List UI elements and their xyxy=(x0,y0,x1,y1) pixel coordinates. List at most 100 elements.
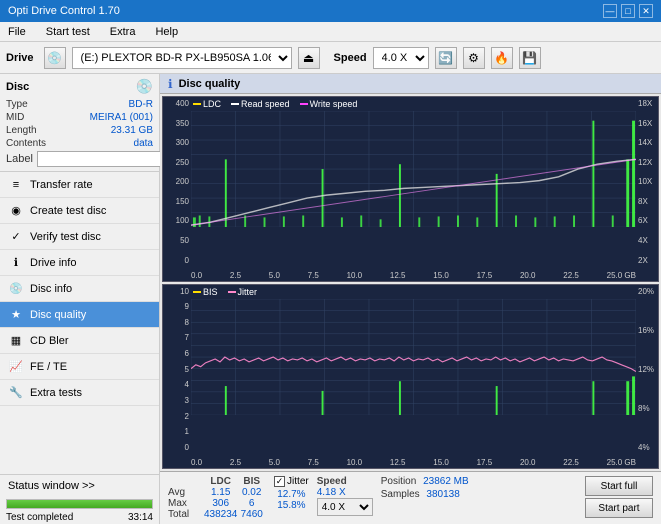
legend-bis-dot xyxy=(193,291,201,293)
chart1-legend: LDC Read speed Write speed xyxy=(193,99,357,109)
speed-value: 4.18 X xyxy=(317,487,373,498)
length-value: 23.31 GB xyxy=(111,125,153,136)
status-time: 33:14 xyxy=(128,512,153,523)
disc-quality-header: ℹ Disc quality xyxy=(160,74,661,94)
max-bis: 6 xyxy=(237,498,266,509)
chart1-y-axis-right: 18X16X14X12X10X8X6X4X2X xyxy=(636,97,658,267)
sidebar-item-label-drive-info: Drive info xyxy=(30,257,76,269)
status-window-button[interactable]: Status window >> xyxy=(0,475,159,497)
chart2-x-axis: 0.02.55.07.510.012.515.017.520.022.525.0… xyxy=(191,454,636,468)
disc-quality-title: Disc quality xyxy=(179,78,241,90)
speed-col-header: Speed xyxy=(317,476,373,487)
extra-tests-icon: 🔧 xyxy=(8,385,24,401)
legend-write-label: Write speed xyxy=(310,99,358,109)
disc-quality-icon: ★ xyxy=(8,307,24,323)
jitter-label: Jitter xyxy=(287,476,309,487)
fe-te-icon: 📈 xyxy=(8,359,24,375)
sidebar-item-fe-te[interactable]: 📈 FE / TE xyxy=(0,354,159,380)
bis-col-header: BIS xyxy=(237,476,266,487)
sidebar-item-label-create-test-disc: Create test disc xyxy=(30,205,106,217)
legend-read-speed: Read speed xyxy=(231,99,290,109)
status-progress-bar xyxy=(6,499,153,509)
legend-ldc-dot xyxy=(193,103,201,105)
sidebar-item-label-fe-te: FE / TE xyxy=(30,361,67,373)
speed-dropdown[interactable]: 4.0 X xyxy=(317,498,373,516)
chart2-svg xyxy=(191,299,636,415)
ldc-bis-table: LDC BIS Avg 1.15 0.02 Max 306 6 Total xyxy=(168,476,266,520)
maximize-button[interactable]: □ xyxy=(621,4,635,18)
avg-jitter: 12.7% xyxy=(274,489,309,500)
legend-bis-label: BIS xyxy=(203,287,218,297)
content-area: ℹ Disc quality LDC Read speed xyxy=(160,74,661,524)
stats-area: LDC BIS Avg 1.15 0.02 Max 306 6 Total xyxy=(160,471,661,524)
disc-panel-title: Disc xyxy=(6,81,29,93)
start-buttons: Start full Start part xyxy=(585,476,653,518)
legend-bis: BIS xyxy=(193,287,218,297)
drive-icon-btn[interactable]: 💿 xyxy=(44,47,66,69)
sidebar-item-label-disc-quality: Disc quality xyxy=(30,309,86,321)
drive-info-icon: ℹ xyxy=(8,255,24,271)
menu-start-test[interactable]: Start test xyxy=(42,24,94,40)
sidebar-item-extra-tests[interactable]: 🔧 Extra tests xyxy=(0,380,159,406)
label-input[interactable] xyxy=(37,151,171,167)
legend-ldc-label: LDC xyxy=(203,99,221,109)
mid-label: MID xyxy=(6,112,24,123)
status-text-row: Test completed 33:14 xyxy=(0,511,159,524)
legend-jitter-label: Jitter xyxy=(238,287,258,297)
sidebar-item-disc-quality[interactable]: ★ Disc quality xyxy=(0,302,159,328)
chart2-legend: BIS Jitter xyxy=(193,287,257,297)
disc-info-icon: 💿 xyxy=(8,281,24,297)
drive-select[interactable]: (E:) PLEXTOR BD-R PX-LB950SA 1.06 xyxy=(72,47,292,69)
chart1-x-axis: 0.02.55.07.510.012.515.017.520.022.525.0… xyxy=(191,267,636,281)
sidebar-item-cd-bler[interactable]: ▦ CD Bler xyxy=(0,328,159,354)
jitter-checkbox-box[interactable]: ✓ xyxy=(274,476,285,487)
sidebar-item-create-test-disc[interactable]: ◉ Create test disc xyxy=(0,198,159,224)
speed-select[interactable]: 4.0 X xyxy=(373,47,429,69)
titlebar-controls: — □ ✕ xyxy=(603,4,653,18)
refresh-button[interactable]: 🔄 xyxy=(435,47,457,69)
start-part-button[interactable]: Start part xyxy=(585,498,653,518)
sidebar-item-label-extra-tests: Extra tests xyxy=(30,387,82,399)
chart-ldc: LDC Read speed Write speed 4003503002502… xyxy=(162,96,659,282)
drive-label: Drive xyxy=(6,52,34,64)
menu-help[interactable]: Help xyxy=(151,24,182,40)
sidebar-item-verify-test-disc[interactable]: ✓ Verify test disc xyxy=(0,224,159,250)
legend-ldc: LDC xyxy=(193,99,221,109)
samples-label: Samples 380138 xyxy=(381,489,469,500)
menu-file[interactable]: File xyxy=(4,24,30,40)
avg-ldc: 1.15 xyxy=(204,487,237,498)
close-button[interactable]: ✕ xyxy=(639,4,653,18)
label-field-label: Label xyxy=(6,153,33,165)
save-button[interactable]: 💾 xyxy=(519,47,541,69)
sidebar-item-label-cd-bler: CD Bler xyxy=(30,335,69,347)
contents-value: data xyxy=(134,138,153,149)
sidebar-item-disc-info[interactable]: 💿 Disc info xyxy=(0,276,159,302)
menu-extra[interactable]: Extra xyxy=(106,24,140,40)
minimize-button[interactable]: — xyxy=(603,4,617,18)
speed-col: Speed 4.18 X 4.0 X xyxy=(317,476,373,516)
menubar: File Start test Extra Help xyxy=(0,22,661,42)
toolbar: Drive 💿 (E:) PLEXTOR BD-R PX-LB950SA 1.0… xyxy=(0,42,661,74)
start-full-button[interactable]: Start full xyxy=(585,476,653,496)
sidebar-item-transfer-rate[interactable]: ≡ Transfer rate xyxy=(0,172,159,198)
burn-button[interactable]: 🔥 xyxy=(491,47,513,69)
jitter-checkbox[interactable]: ✓ Jitter xyxy=(274,476,309,487)
sidebar-item-label-disc-info: Disc info xyxy=(30,283,72,295)
cd-bler-icon: ▦ xyxy=(8,333,24,349)
sidebar-item-label-verify-test-disc: Verify test disc xyxy=(30,231,101,243)
sidebar-item-drive-info[interactable]: ℹ Drive info xyxy=(0,250,159,276)
max-jitter: 15.8% xyxy=(274,500,309,511)
max-row-label: Max xyxy=(168,498,204,509)
chart1-y-axis-left: 400350300250200150100500 xyxy=(163,97,191,267)
settings-button[interactable]: ⚙ xyxy=(463,47,485,69)
eject-button[interactable]: ⏏ xyxy=(298,47,320,69)
mid-value: MEIRA1 (001) xyxy=(90,112,153,123)
type-label: Type xyxy=(6,99,28,110)
status-window-label: Status window >> xyxy=(8,480,95,492)
legend-read-dot xyxy=(231,103,239,105)
position-samples-col: Position 23862 MB Samples 380138 xyxy=(381,476,469,500)
chart1-svg xyxy=(191,111,636,227)
create-test-disc-icon: ◉ xyxy=(8,203,24,219)
status-text: Test completed xyxy=(6,512,73,523)
length-label: Length xyxy=(6,125,37,136)
